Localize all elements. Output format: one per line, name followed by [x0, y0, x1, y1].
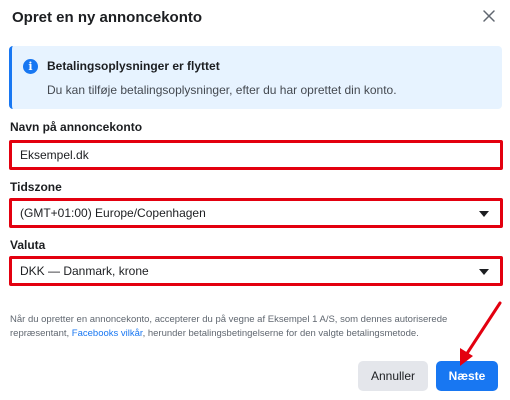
payment-info-notice: i Betalingsoplysninger er flyttet Du kan… [9, 46, 502, 109]
chevron-down-icon [479, 211, 489, 217]
cancel-button[interactable]: Annuller [358, 361, 428, 391]
currency-label: Valuta [10, 238, 46, 252]
info-icon: i [23, 59, 38, 74]
timezone-select[interactable]: (GMT+01:00) Europe/Copenhagen [9, 198, 503, 228]
currency-select[interactable]: DKK — Danmark, krone [9, 256, 503, 286]
terms-disclaimer: Når du opretter en annoncekonto, accepte… [10, 313, 502, 341]
close-icon[interactable] [480, 7, 498, 25]
notice-title: Betalingsoplysninger er flyttet [47, 59, 220, 73]
notice-body: Du kan tilføje betalingsoplysninger, eft… [47, 83, 397, 97]
disclaimer-text-after: , herunder betalingsbetingelserne for de… [142, 328, 419, 339]
create-ad-account-dialog: Opret en ny annoncekonto i Betalingsoply… [0, 0, 510, 400]
account-name-value: Eksempel.dk [20, 148, 89, 162]
account-name-label: Navn på annoncekonto [10, 120, 143, 134]
account-name-input[interactable]: Eksempel.dk [9, 140, 503, 170]
currency-value: DKK — Danmark, krone [20, 264, 149, 278]
chevron-down-icon [479, 269, 489, 275]
next-button[interactable]: Næste [436, 361, 498, 391]
timezone-label: Tidszone [10, 180, 62, 194]
facebook-terms-link[interactable]: Facebooks vilkår [72, 328, 143, 339]
dialog-title: Opret en ny annoncekonto [12, 9, 203, 26]
timezone-value: (GMT+01:00) Europe/Copenhagen [20, 206, 206, 220]
